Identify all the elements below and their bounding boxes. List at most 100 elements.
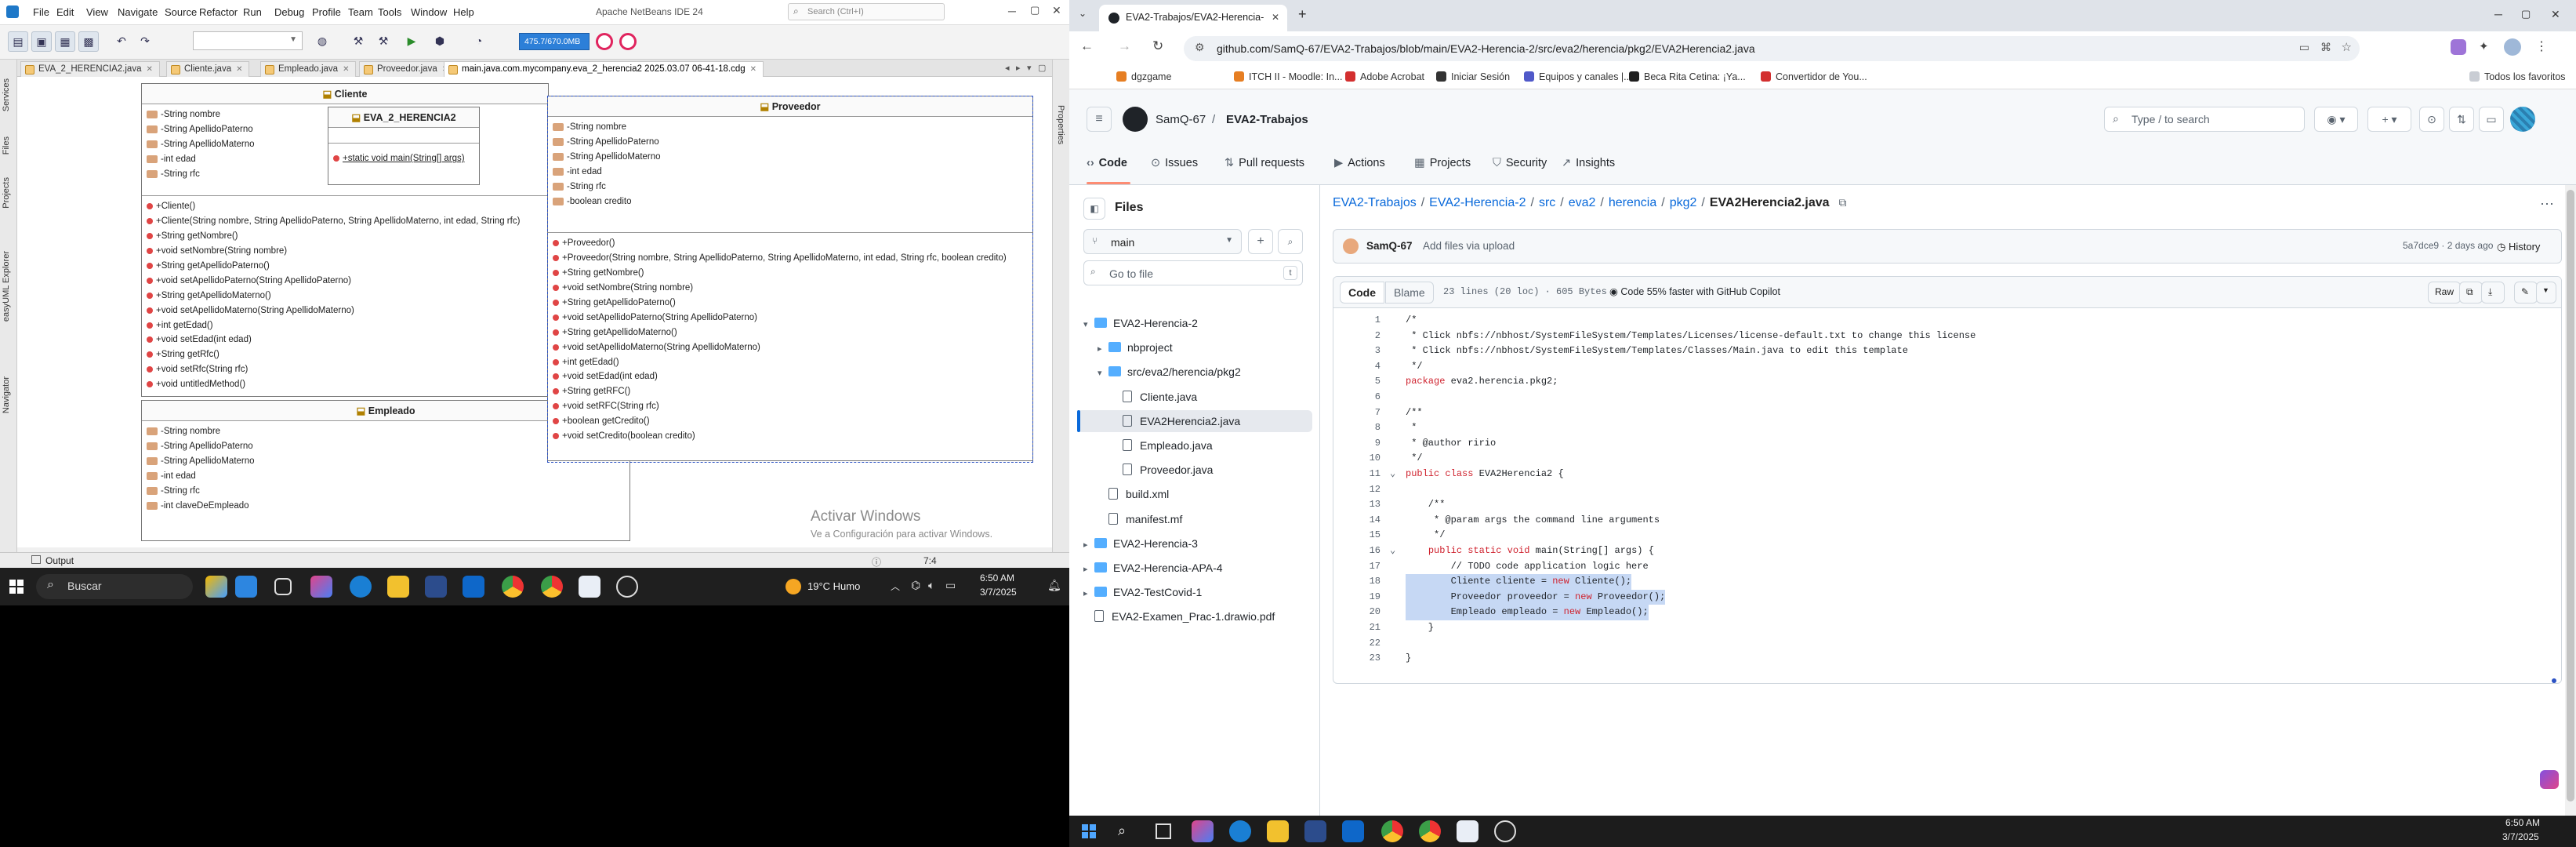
nav-tab-code[interactable]: ‹› Code bbox=[1087, 157, 1127, 169]
commit-message[interactable]: Add files via upload bbox=[1423, 240, 1515, 252]
tab-list-icon[interactable]: ▾ bbox=[1027, 63, 1032, 73]
copilot-icon[interactable] bbox=[1192, 820, 1214, 842]
side-panel-easyuml-explorer[interactable]: easyUML Explorer bbox=[2, 251, 11, 322]
edit-pencil-icon[interactable]: ✎ bbox=[2514, 282, 2538, 304]
close-tab-icon[interactable]: ✕ bbox=[750, 65, 756, 74]
branch-selector[interactable]: ⑂ main ▼ bbox=[1083, 229, 1242, 254]
close-tab-icon[interactable]: ✕ bbox=[343, 65, 349, 74]
media-player-icon[interactable] bbox=[616, 576, 638, 598]
clock-time[interactable]: 6:50 AM bbox=[980, 573, 1014, 583]
back-icon[interactable]: ← bbox=[1080, 38, 1094, 54]
ide-search-box[interactable]: ⌕ Search (Ctrl+I) bbox=[788, 3, 945, 20]
tree-file[interactable]: Empleado.java bbox=[1112, 439, 1213, 452]
code-toggle[interactable]: Code bbox=[1340, 282, 1384, 304]
install-app-icon[interactable]: ▭ bbox=[2299, 41, 2309, 54]
run-icon[interactable]: ▶ bbox=[401, 31, 422, 52]
bookmark-beca-rita-cetina[interactable]: Beca Rita Cetina: ¡Ya... bbox=[1629, 71, 1746, 82]
editor-tab[interactable]: Proveedor.java✕ bbox=[359, 61, 456, 77]
windows-start-icon[interactable] bbox=[9, 580, 24, 594]
bookmark-dgzgame[interactable]: dgzgame bbox=[1116, 71, 1171, 82]
menu-tools[interactable]: Tools bbox=[378, 6, 401, 18]
media-player-icon[interactable] bbox=[1494, 820, 1516, 842]
gc-icon[interactable] bbox=[596, 33, 613, 50]
fold-chevron-icon[interactable]: ⌄ bbox=[1390, 467, 1395, 482]
weather-text[interactable]: 19°C Humo bbox=[807, 580, 860, 592]
search-files-button[interactable]: ⌕ bbox=[1278, 229, 1303, 254]
commit-author[interactable]: SamQ-67 bbox=[1366, 240, 1413, 252]
edit-dropdown-icon[interactable]: ▼ bbox=[2536, 282, 2556, 304]
chat-icon[interactable] bbox=[235, 576, 257, 598]
tree-file[interactable]: manifest.mf bbox=[1098, 512, 1182, 525]
extension-icon[interactable] bbox=[2451, 39, 2466, 55]
copilot-button[interactable]: ◉ ▾ bbox=[2314, 107, 2358, 132]
memory-indicator[interactable]: 475.7/670.0MB bbox=[519, 33, 590, 50]
store-icon[interactable] bbox=[425, 576, 447, 598]
maximize-icon[interactable]: ▢ bbox=[1030, 4, 1039, 16]
redo-icon[interactable]: ↷ bbox=[135, 31, 155, 52]
save-all-icon[interactable]: ▩ bbox=[78, 31, 99, 52]
user-avatar[interactable] bbox=[2510, 107, 2535, 132]
tree-file[interactable]: build.xml bbox=[1098, 488, 1169, 500]
forward-icon[interactable]: → bbox=[1118, 38, 1131, 54]
copilot-icon[interactable] bbox=[310, 576, 332, 598]
tree-folder[interactable]: ▸ EVA2-Herencia-APA-4 bbox=[1083, 562, 1223, 574]
tab-search-icon[interactable]: ⌄ bbox=[1079, 8, 1087, 19]
chrome-menu-icon[interactable]: ⋮ bbox=[2535, 38, 2548, 54]
close-tab-icon[interactable]: ✕ bbox=[1272, 12, 1279, 23]
page-scrollbar[interactable] bbox=[2565, 185, 2576, 816]
breadcrumb-segment[interactable]: EVA2-Herencia-2 bbox=[1429, 196, 1526, 209]
copilot-promo[interactable]: ◉ Code 55% faster with GitHub Copilot bbox=[1609, 285, 1780, 297]
store-icon[interactable] bbox=[1304, 820, 1326, 842]
breadcrumb-segment[interactable]: src bbox=[1539, 196, 1555, 209]
new-project-icon[interactable]: ▣ bbox=[31, 31, 52, 52]
goto-file-input[interactable]: ⌕ Go to file t bbox=[1083, 260, 1303, 285]
fold-chevron-icon[interactable]: ⌄ bbox=[1390, 543, 1395, 559]
breadcrumb-segment[interactable]: EVA2-Trabajos bbox=[1333, 196, 1417, 209]
uml-diagram-canvas[interactable]: ⬓ Cliente -String nombre -String Apellido… bbox=[17, 77, 1052, 547]
author-avatar[interactable] bbox=[1343, 238, 1359, 254]
tree-file[interactable]: EVA2Herencia2.java bbox=[1112, 414, 1240, 427]
close-tab-icon[interactable]: ✕ bbox=[146, 65, 152, 74]
minimize-icon[interactable]: ─ bbox=[2494, 8, 2502, 20]
pull-requests-icon[interactable]: ⇅ bbox=[2449, 107, 2474, 132]
reload-icon[interactable]: ↻ bbox=[1152, 38, 1163, 54]
nav-tab-security[interactable]: ⛉ Security bbox=[1493, 157, 1547, 169]
nav-tab-projects[interactable]: ▦ Projects bbox=[1414, 157, 1471, 169]
chrome-icon[interactable] bbox=[502, 576, 524, 598]
bell-icon[interactable]: 🔔︎ bbox=[1047, 579, 1061, 592]
tree-folder[interactable]: ▸ EVA2-Herencia-3 bbox=[1083, 537, 1198, 550]
issues-icon[interactable]: ⊙ bbox=[2419, 107, 2444, 132]
site-info-icon[interactable]: ⚙ bbox=[1195, 41, 1205, 54]
volume-icon[interactable]: 🔈︎ bbox=[928, 579, 934, 592]
hamburger-menu-icon[interactable]: ≡ bbox=[1087, 107, 1112, 132]
download-icon[interactable]: ⤓ bbox=[2481, 282, 2505, 304]
bookmark-convertidor-youtube[interactable]: Convertidor de You... bbox=[1761, 71, 1867, 82]
edge-icon[interactable] bbox=[350, 576, 372, 598]
all-bookmarks[interactable]: Todos los favoritos bbox=[2469, 71, 2566, 82]
side-panel-navigator[interactable]: Navigator bbox=[2, 376, 11, 413]
globe-icon[interactable]: ◍ bbox=[312, 31, 332, 52]
notifications-icon[interactable]: ⓘ bbox=[872, 555, 881, 568]
bookmark-equipos-canales[interactable]: Equipos y canales |... bbox=[1524, 71, 1632, 82]
close-tab-icon[interactable]: ✕ bbox=[236, 65, 242, 74]
copilot-chat-icon[interactable] bbox=[2540, 770, 2559, 789]
file-explorer-icon[interactable] bbox=[387, 576, 409, 598]
menu-profile[interactable]: Profile bbox=[312, 6, 341, 18]
tree-file[interactable]: Proveedor.java bbox=[1112, 463, 1213, 476]
editor-tab[interactable]: EVA_2_HERENCIA2.java ✕ bbox=[20, 61, 160, 77]
uml-class-eva2herencia2[interactable]: ⬓ EVA_2_HERENCIA2 +static void main(Stri… bbox=[328, 107, 480, 185]
windows-start-icon[interactable] bbox=[1082, 824, 1096, 838]
bookmark-iniciar-sesion[interactable]: Iniciar Sesión bbox=[1436, 71, 1510, 82]
menu-run[interactable]: Run bbox=[243, 6, 262, 18]
menu-file[interactable]: File bbox=[33, 6, 49, 18]
menu-help[interactable]: Help bbox=[453, 6, 474, 18]
copy-path-icon[interactable]: ⧉ bbox=[1839, 196, 1847, 209]
properties-panel-tab[interactable]: Properties bbox=[1056, 105, 1065, 144]
copy-raw-icon[interactable]: ⧉ bbox=[2459, 282, 2483, 304]
network-icon[interactable]: ⌬ bbox=[911, 579, 920, 592]
raw-button[interactable]: Raw bbox=[2428, 282, 2462, 304]
clean-build-icon[interactable]: ⚒ bbox=[373, 31, 394, 52]
nav-tab-issues[interactable]: ⊙ Issues bbox=[1151, 157, 1198, 169]
close-icon[interactable]: ✕ bbox=[1052, 4, 1061, 17]
outlook-icon[interactable] bbox=[1342, 820, 1364, 842]
